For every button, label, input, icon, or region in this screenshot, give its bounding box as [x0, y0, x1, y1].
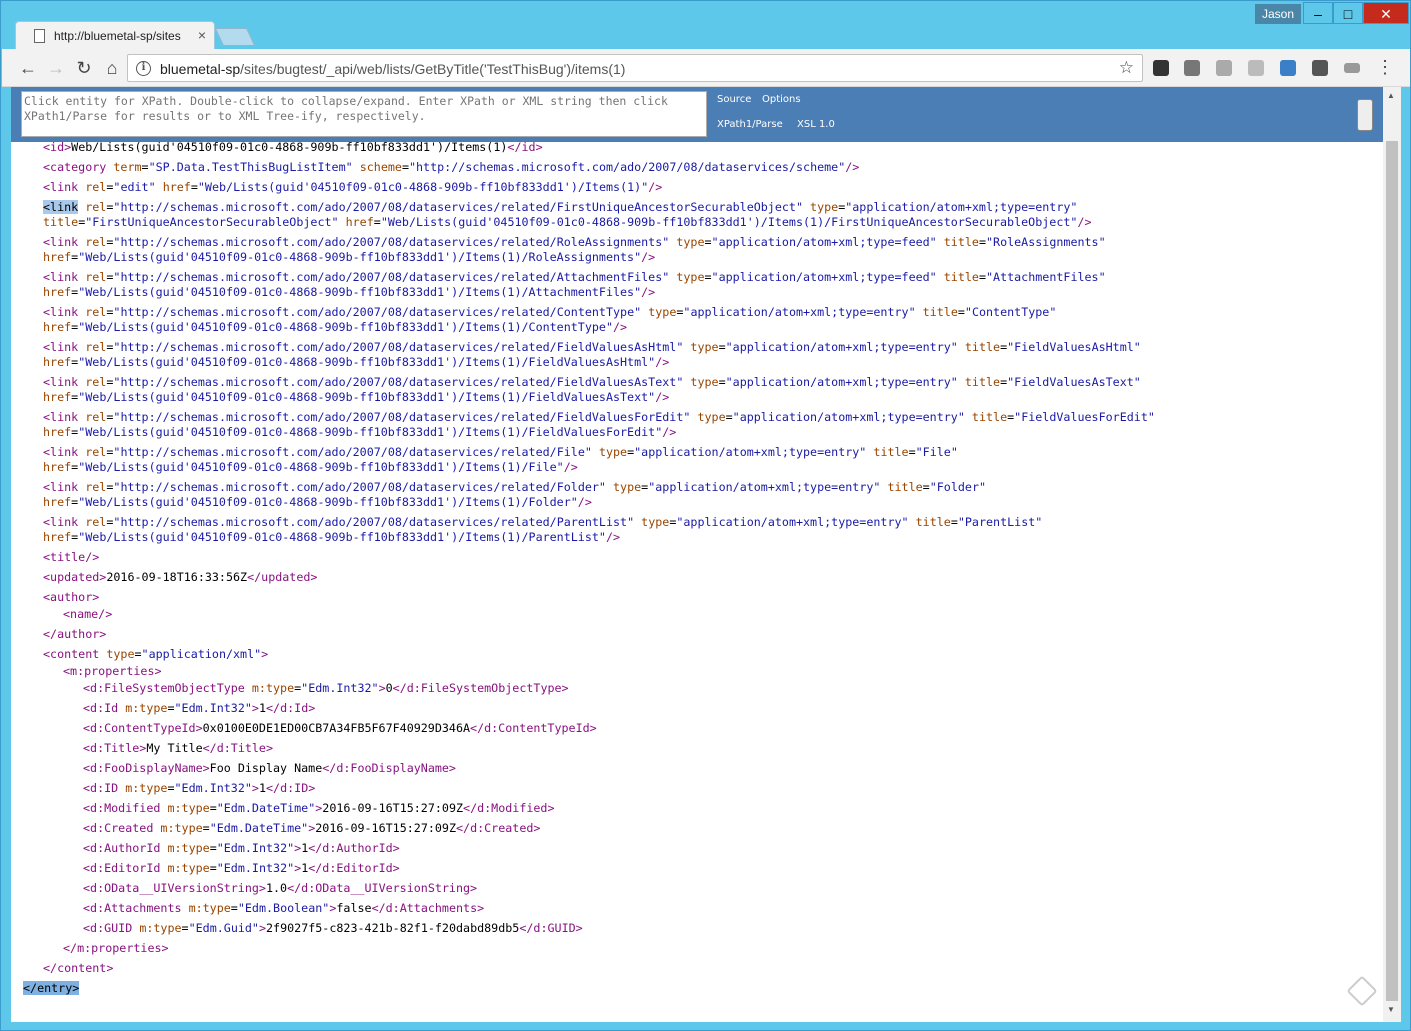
xml-property[interactable]: <d:Id m:type="Edm.Int32">1</d:Id> — [83, 701, 315, 716]
close-tab-icon[interactable]: × — [198, 27, 206, 43]
xml-link[interactable]: <link rel="http://schemas.microsoft.com/… — [43, 515, 1042, 530]
puzzle-extension-icon[interactable] — [1184, 60, 1200, 76]
xml-link[interactable]: <link rel="http://schemas.microsoft.com/… — [43, 305, 1056, 320]
rss-extension-icon[interactable] — [1248, 60, 1264, 76]
back-button[interactable]: ← — [17, 57, 39, 79]
home-button[interactable]: ⌂ — [101, 57, 123, 79]
xml-property[interactable]: <d:FooDisplayName>Foo Display Name</d:Fo… — [83, 761, 456, 776]
xml-link-continued[interactable]: href="Web/Lists(guid'04510f09-01c0-4868-… — [43, 250, 655, 265]
browser-tab[interactable]: http://bluemetal-sp/sites × — [15, 21, 215, 49]
xml-author-name[interactable]: <name/> — [63, 607, 112, 622]
xml-link-continued[interactable]: title="FirstUniqueAncestorSecurableObjec… — [43, 215, 1092, 230]
browser-toolbar: ← → ↻ ⌂ i bluemetal-sp/sites/bugtest/_ap… — [2, 49, 1410, 87]
xml-id[interactable]: <id>Web/Lists(guid'04510f09-01c0-4868-90… — [43, 142, 543, 155]
edit-icon[interactable] — [1346, 975, 1378, 1007]
minimize-button[interactable]: – — [1303, 2, 1333, 24]
options-link[interactable]: Options — [762, 94, 801, 105]
browser-window: http://bluemetal-sp/sites × Jason – □ ✕ … — [0, 0, 1411, 1031]
xml-property[interactable]: <d:GUID m:type="Edm.Guid">2f9027f5-c823-… — [83, 921, 583, 936]
scroll-up-icon[interactable]: ▲ — [1387, 91, 1395, 100]
xml-content-open[interactable]: <content type="application/xml"> — [43, 647, 268, 662]
xml-link[interactable]: <link rel="http://schemas.microsoft.com/… — [43, 375, 1141, 390]
new-tab-button[interactable] — [214, 28, 256, 46]
bookmark-star-icon[interactable]: ☆ — [1119, 58, 1134, 78]
xml-property[interactable]: <d:Modified m:type="Edm.DateTime">2016-0… — [83, 801, 555, 816]
tab-strip: http://bluemetal-sp/sites × Jason – □ ✕ — [1, 1, 1410, 49]
tab-title: http://bluemetal-sp/sites — [54, 29, 181, 43]
xml-link[interactable]: <link rel="http://schemas.microsoft.com/… — [43, 480, 986, 495]
reload-button[interactable]: ↻ — [73, 57, 95, 79]
xml-properties-close[interactable]: </m:properties> — [63, 941, 169, 956]
xml-link-continued[interactable]: href="Web/Lists(guid'04510f09-01c0-4868-… — [43, 460, 578, 475]
xml-property[interactable]: <d:OData__UIVersionString>1.0</d:OData__… — [83, 881, 477, 896]
xml-content-close[interactable]: </content> — [43, 961, 113, 976]
vertical-scrollbar[interactable]: ▲ ▼ — [1383, 87, 1401, 1022]
close-window-button[interactable]: ✕ — [1363, 2, 1409, 24]
xml-link-continued[interactable]: href="Web/Lists(guid'04510f09-01c0-4868-… — [43, 355, 669, 370]
info-icon[interactable]: i — [136, 61, 151, 76]
xml-property[interactable]: <d:EditorId m:type="Edm.Int32">1</d:Edit… — [83, 861, 400, 876]
xml-author-close[interactable]: </author> — [43, 627, 106, 642]
owl-extension-icon[interactable] — [1153, 60, 1169, 76]
forward-button[interactable]: → — [45, 57, 67, 79]
xml-link-continued[interactable]: href="Web/Lists(guid'04510f09-01c0-4868-… — [43, 390, 669, 405]
xml-viewer: <id>Web/Lists(guid'04510f09-01c0-4868-90… — [11, 142, 1383, 1022]
pen-extension-icon[interactable] — [1312, 60, 1328, 76]
xpath-scroll-handle[interactable] — [1357, 99, 1373, 131]
xml-link[interactable]: <link rel="http://schemas.microsoft.com/… — [43, 445, 958, 460]
xml-link-continued[interactable]: href="Web/Lists(guid'04510f09-01c0-4868-… — [43, 320, 627, 335]
url-path: /sites/bugtest/_api/web/lists/GetByTitle… — [240, 61, 626, 77]
xml-link[interactable]: <link rel="http://schemas.microsoft.com/… — [43, 200, 1077, 215]
xml-property[interactable]: <d:FileSystemObjectType m:type="Edm.Int3… — [83, 681, 569, 696]
xml-property[interactable]: <d:Created m:type="Edm.DateTime">2016-09… — [83, 821, 540, 836]
xsl-version-toggle[interactable]: XSL 1.0 — [797, 119, 835, 130]
browser-menu-icon[interactable]: ⋮ — [1376, 57, 1394, 78]
page-icon — [34, 29, 45, 43]
xpath-extension-icon[interactable] — [1280, 60, 1296, 76]
xml-link[interactable]: <link rel="http://schemas.microsoft.com/… — [43, 270, 1106, 285]
xml-link-continued[interactable]: href="Web/Lists(guid'04510f09-01c0-4868-… — [43, 425, 676, 440]
xml-property[interactable]: <d:AuthorId m:type="Edm.Int32">1</d:Auth… — [83, 841, 400, 856]
xml-link-continued[interactable]: href="Web/Lists(guid'04510f09-01c0-4868-… — [43, 495, 592, 510]
scroll-thumb[interactable] — [1386, 141, 1398, 1001]
xml-link[interactable]: <link rel="http://schemas.microsoft.com/… — [43, 340, 1141, 355]
xml-property[interactable]: <d:Title>My Title</d:Title> — [83, 741, 273, 756]
xml-title[interactable]: <title/> — [43, 550, 99, 565]
xml-link[interactable]: <link rel="http://schemas.microsoft.com/… — [43, 410, 1155, 425]
xpath-helper-bar: Source Options XPath1/Parse XSL 1.0 — [11, 87, 1383, 142]
xml-link[interactable]: <link rel="http://schemas.microsoft.com/… — [43, 235, 1106, 250]
xml-link-continued[interactable]: href="Web/Lists(guid'04510f09-01c0-4868-… — [43, 530, 620, 545]
address-bar[interactable]: i bluemetal-sp/sites/bugtest/_api/web/li… — [127, 54, 1143, 82]
source-link[interactable]: Source — [717, 94, 751, 105]
scroll-down-icon[interactable]: ▼ — [1387, 1005, 1395, 1014]
battery-extension-icon[interactable] — [1344, 63, 1360, 73]
xpath-parse-button[interactable]: XPath1/Parse — [717, 119, 783, 130]
xml-properties-open[interactable]: <m:properties> — [63, 664, 162, 679]
profile-button[interactable]: Jason — [1255, 4, 1301, 24]
url-text[interactable]: bluemetal-sp/sites/bugtest/_api/web/list… — [160, 61, 625, 77]
xpath-input[interactable] — [21, 91, 707, 137]
xml-property[interactable]: <d:ID m:type="Edm.Int32">1</d:ID> — [83, 781, 315, 796]
xml-entry-close[interactable]: </entry> — [23, 981, 80, 996]
xml-updated[interactable]: <updated>2016-09-18T16:33:56Z</updated> — [43, 570, 317, 585]
xml-property[interactable]: <d:Attachments m:type="Edm.Boolean">fals… — [83, 901, 484, 916]
maximize-button[interactable]: □ — [1333, 2, 1363, 24]
xml-property[interactable]: <d:ContentTypeId>0x0100E0DE1ED00CB7A34FB… — [83, 721, 597, 736]
keyboard-extension-icon[interactable] — [1216, 60, 1232, 76]
xml-link-continued[interactable]: href="Web/Lists(guid'04510f09-01c0-4868-… — [43, 285, 655, 300]
xml-author-open[interactable]: <author> — [43, 590, 99, 605]
url-host: bluemetal-sp — [160, 61, 241, 77]
xml-link-edit[interactable]: <link rel="edit" href="Web/Lists(guid'04… — [43, 180, 662, 195]
xml-category[interactable]: <category term="SP.Data.TestThisBugListI… — [43, 160, 859, 175]
